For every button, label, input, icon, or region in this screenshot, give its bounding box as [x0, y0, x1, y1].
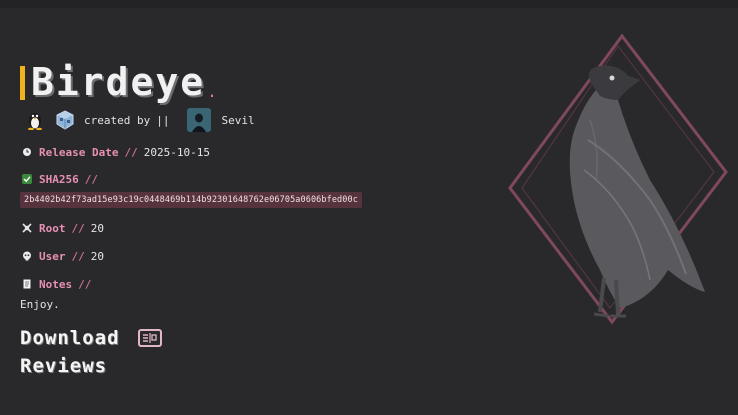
note-icon — [22, 279, 32, 289]
machine-title: Birdeye — [31, 60, 206, 104]
author-name[interactable]: Sevil — [221, 114, 254, 127]
release-date-field: Release Date // 2025-10-15 — [20, 144, 440, 160]
check-icon — [22, 174, 32, 184]
notes-field: Notes // — [20, 276, 440, 292]
meta-row: created by || Sevil — [20, 108, 440, 132]
download-row: Download — [20, 327, 440, 349]
linux-penguin-icon — [26, 110, 44, 131]
machine-card: Birdeye . created by || Sevil Release Da… — [20, 56, 440, 377]
skull-icon — [22, 223, 32, 233]
book-icon[interactable] — [137, 329, 162, 347]
top-bar — [0, 0, 738, 8]
clock-icon — [22, 147, 32, 157]
raven-illustration — [500, 30, 738, 350]
release-date-label: Release Date — [39, 145, 119, 159]
user-value: 20 — [90, 249, 104, 263]
root-value: 20 — [90, 221, 104, 235]
title-row: Birdeye . — [20, 56, 440, 104]
user-skull-icon — [22, 251, 32, 261]
root-field: Root // 20 — [20, 220, 440, 236]
sha256-field: SHA256 // — [20, 171, 440, 187]
release-date-sep: // — [124, 145, 138, 159]
root-sep: // — [71, 221, 85, 235]
author-avatar[interactable] — [187, 108, 212, 132]
notes-text: Enjoy. — [20, 298, 60, 311]
notes-label: Notes — [39, 277, 73, 291]
sha256-label: SHA256 — [39, 172, 79, 186]
user-label: User — [39, 249, 66, 263]
created-by-label: created by — [84, 113, 151, 127]
release-date-value: 2025-10-15 — [143, 145, 210, 159]
download-link[interactable]: Download — [20, 327, 120, 349]
title-accent-bar — [20, 66, 25, 100]
reviews-link[interactable]: Reviews — [20, 355, 440, 377]
sha256-value[interactable]: 2b4402b42f73ad15e93c19c0448469b114b92301… — [20, 192, 362, 208]
user-sep: // — [71, 249, 85, 263]
sha256-sep: // — [84, 172, 98, 186]
virtualbox-icon — [54, 109, 76, 131]
separator-pipes: || — [156, 113, 170, 127]
user-field: User // 20 — [20, 248, 440, 264]
notes-sep: // — [78, 277, 92, 291]
root-label: Root — [39, 221, 66, 235]
title-dot: . — [207, 82, 217, 101]
